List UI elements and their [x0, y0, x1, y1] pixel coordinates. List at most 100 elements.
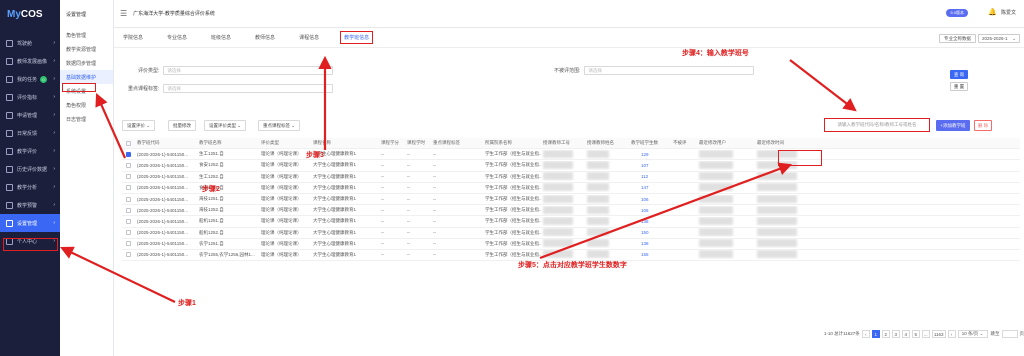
student-count-link[interactable]: 112 — [629, 174, 671, 179]
table-row: (2025-2026-1)-5401150... 船机1252.自 理论课（纯理论课… — [122, 228, 1020, 239]
student-count-link[interactable]: 150 — [629, 230, 671, 235]
row-checkbox[interactable] — [126, 196, 131, 202]
student-count-link[interactable]: 106 — [629, 197, 671, 202]
jump-input[interactable] — [1001, 330, 1018, 338]
cell-dept: 学生工作部（招生与就业指... — [485, 240, 541, 246]
page-button[interactable]: 3 — [891, 330, 900, 338]
sidebar-item-6[interactable]: 教学评价 › — [0, 142, 60, 160]
prev-page-button[interactable]: ‹ — [861, 330, 870, 338]
institution-button[interactable]: 专业全称数据 — [939, 34, 976, 43]
column-header[interactable]: 不被评 — [671, 140, 697, 146]
column-header[interactable]: 评价类型 — [259, 140, 311, 146]
step4-label: 步骤4：输入教学班号 — [682, 50, 749, 57]
row-checkbox[interactable] — [126, 151, 131, 157]
page-button[interactable]: ... — [921, 330, 930, 338]
tab-5[interactable]: 教学班信息 — [340, 31, 374, 44]
sidebar-item-7[interactable]: 历史评价数据 › — [0, 160, 60, 178]
sidebar-item-4[interactable]: 申请管理 › — [0, 106, 60, 124]
sidebar-item-8[interactable]: 教学分析 › — [0, 178, 60, 196]
row-checkbox[interactable] — [126, 252, 131, 258]
column-header[interactable]: 教学班学生数 — [629, 140, 671, 146]
student-count-link[interactable]: 138 — [629, 219, 671, 224]
sidebar-item-label: 申请管理 — [17, 112, 38, 119]
row-checkbox[interactable] — [126, 218, 131, 224]
submenu-item-5[interactable]: 角色权限 — [60, 98, 113, 112]
student-count-link[interactable]: 155 — [629, 252, 671, 257]
bell-icon[interactable]: 🔔 — [988, 8, 997, 16]
sidebar-item-2[interactable]: 我的任务 0 › — [0, 70, 60, 88]
submenu-item-1[interactable]: 教学资源管理 — [60, 42, 113, 56]
set-eval-type-button[interactable]: 设置评价类型 ⌄ — [204, 120, 247, 131]
row-checkbox[interactable] — [126, 162, 131, 168]
column-header[interactable]: 最近修改时间 — [755, 140, 813, 146]
tab-3[interactable]: 教师信息 — [252, 32, 278, 43]
tab-0[interactable]: 学院信息 — [120, 32, 146, 43]
page-button[interactable]: 4 — [901, 330, 910, 338]
column-header[interactable]: 教学班代码 — [135, 140, 197, 146]
cell-c2: -- — [407, 252, 410, 258]
sidebar-item-1[interactable]: 教师发展画像 › — [0, 52, 60, 70]
submenu-item-3[interactable]: 基础数据维护 — [60, 70, 113, 84]
row-checkbox[interactable] — [126, 241, 131, 247]
page-button[interactable]: 1 — [871, 330, 880, 338]
column-header[interactable]: 重点课程标签 — [431, 140, 483, 146]
row-checkbox[interactable] — [126, 207, 131, 213]
column-header[interactable]: 教学班名称 — [197, 140, 259, 146]
logo-my: My — [7, 8, 21, 20]
page-button[interactable]: 1163 — [931, 330, 946, 338]
column-header[interactable]: 课程名称 — [311, 140, 379, 146]
tab-4[interactable]: 课程信息 — [296, 32, 322, 43]
row-checkbox[interactable] — [126, 230, 131, 236]
set-eval-button[interactable]: 设置评价 ⌄ — [122, 120, 156, 131]
delete-button[interactable]: 删 除 — [974, 120, 992, 131]
student-count-link[interactable]: 106 — [629, 208, 671, 213]
eval-type-select[interactable]: 请选择 — [163, 66, 334, 75]
submenu-item-6[interactable]: 日志管理 — [60, 112, 113, 126]
user-menu[interactable]: 🔔 陈爱文 — [988, 8, 1016, 16]
sidebar-item-0[interactable]: 驾驶舱 › — [0, 34, 60, 52]
column-header[interactable]: 所属院系名称 — [483, 140, 541, 146]
sidebar-item-9[interactable]: 教学预警 › — [0, 196, 60, 214]
search-input[interactable]: 请输入教学班代码/名称/教师工号或姓名 — [824, 118, 930, 132]
column-header[interactable]: 授课教师姓名 — [585, 140, 629, 146]
sidebar-item-10[interactable]: 设置管理 › — [0, 214, 60, 232]
year-select[interactable]: 2025-2026-1 ⌄ — [978, 34, 1020, 43]
table-row: (2025-2026-1)-5401150... 食安1251.自 理论课（纯理论课… — [122, 183, 1020, 194]
sidebar-item-3[interactable]: 评价指标 › — [0, 88, 60, 106]
page-button[interactable]: 2 — [881, 330, 890, 338]
row-checkbox[interactable] — [126, 174, 131, 180]
menu-toggle-icon[interactable]: ☰ — [120, 9, 127, 18]
tab-2[interactable]: 班级信息 — [208, 32, 234, 43]
student-count-link[interactable]: 138 — [629, 241, 671, 246]
cell-teacher-name — [585, 194, 629, 204]
page-size-select[interactable]: 10 条/页 ⌄ — [957, 330, 988, 338]
column-header[interactable]: 课程学分 — [379, 140, 405, 146]
cell-modified-time — [755, 250, 813, 259]
next-page-button[interactable]: › — [947, 330, 956, 338]
page-button[interactable]: 5 — [911, 330, 920, 338]
no-eval-select[interactable]: 请选择 — [584, 66, 755, 75]
student-count-link[interactable]: 129 — [629, 152, 671, 157]
cell-type: 理论课（纯理论课） — [261, 251, 302, 257]
column-header[interactable]: 授课教师工号 — [541, 140, 585, 146]
reset-button[interactable]: 重 置 — [950, 82, 968, 91]
step5-label: 步骤5：点击对应教学班学生数数字 — [518, 262, 627, 269]
batch-edit-button[interactable]: 批量修改 — [168, 120, 196, 131]
add-class-button[interactable]: +添加教学班 — [936, 120, 970, 131]
submenu-item-0[interactable]: 角色管理 — [60, 28, 113, 42]
query-button[interactable]: 查 询 — [950, 70, 968, 79]
select-all-checkbox[interactable] — [126, 140, 131, 146]
submenu-item-2[interactable]: 数据同步管理 — [60, 56, 113, 70]
student-count-link[interactable]: 147 — [629, 185, 671, 190]
row-checkbox[interactable] — [126, 185, 131, 191]
filter-panel: 评价类型: 请选择 不被评范围: 请选择 重点课程标签: 请选择 — [114, 62, 1024, 108]
tab-1[interactable]: 专业信息 — [164, 32, 190, 43]
column-header[interactable]: 课程学时 — [405, 140, 431, 146]
student-count-link[interactable]: 107 — [629, 163, 671, 168]
step2-label: 步骤2 — [202, 186, 220, 193]
column-header[interactable]: 最近修改用户 — [697, 140, 755, 146]
step1-label: 步骤1 — [178, 300, 196, 307]
key-course-select[interactable]: 请选择 — [163, 84, 334, 93]
key-course-button[interactable]: 重点课程标签 ⌄ — [258, 120, 301, 131]
sidebar-item-5[interactable]: 日常反馈 › — [0, 124, 60, 142]
